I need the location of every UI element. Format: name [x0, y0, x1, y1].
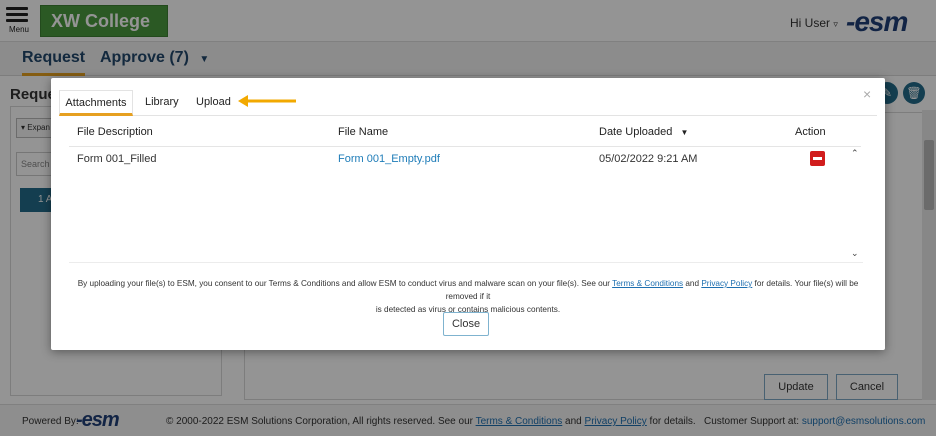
scroll-down-icon[interactable]: ⌄	[851, 248, 859, 259]
arrow-left-icon	[238, 95, 296, 107]
tab-attachments[interactable]: Attachments	[59, 90, 133, 116]
sort-down-icon: ▼	[680, 128, 689, 137]
date-uploaded-label: Date Uploaded	[599, 126, 673, 138]
column-header-date-uploaded[interactable]: Date Uploaded ▼	[599, 126, 688, 138]
tab-divider	[59, 115, 877, 116]
close-icon[interactable]: ×	[863, 86, 871, 102]
table-scrollbar[interactable]: ⌃ ⌄	[849, 146, 863, 262]
remove-icon[interactable]	[810, 151, 825, 166]
column-header-file-description: File Description	[77, 126, 153, 138]
consent-terms-link[interactable]: Terms & Conditions	[612, 279, 683, 288]
row-file-description: Form 001_Filled	[77, 153, 157, 165]
scroll-up-icon[interactable]: ⌃	[851, 148, 859, 159]
consent-part1: By uploading your file(s) to ESM, you co…	[77, 279, 613, 288]
close-button[interactable]: Close	[443, 312, 489, 336]
column-header-file-name: File Name	[338, 126, 389, 138]
row-file-name-link[interactable]: Form 001_Empty.pdf	[338, 153, 440, 165]
consent-text: By uploading your file(s) to ESM, you co…	[61, 277, 875, 316]
column-header-action: Action	[795, 126, 826, 138]
tab-upload[interactable]: Upload	[196, 90, 231, 116]
tab-library[interactable]: Library	[145, 90, 179, 116]
consent-and: and	[683, 279, 702, 288]
table-bottom-border	[69, 262, 863, 263]
attachments-modal: × Attachments Library Upload File Descri…	[51, 78, 885, 350]
row-date-uploaded: 05/02/2022 9:21 AM	[599, 153, 698, 165]
header-divider	[69, 146, 861, 147]
consent-privacy-link[interactable]: Privacy Policy	[701, 279, 752, 288]
